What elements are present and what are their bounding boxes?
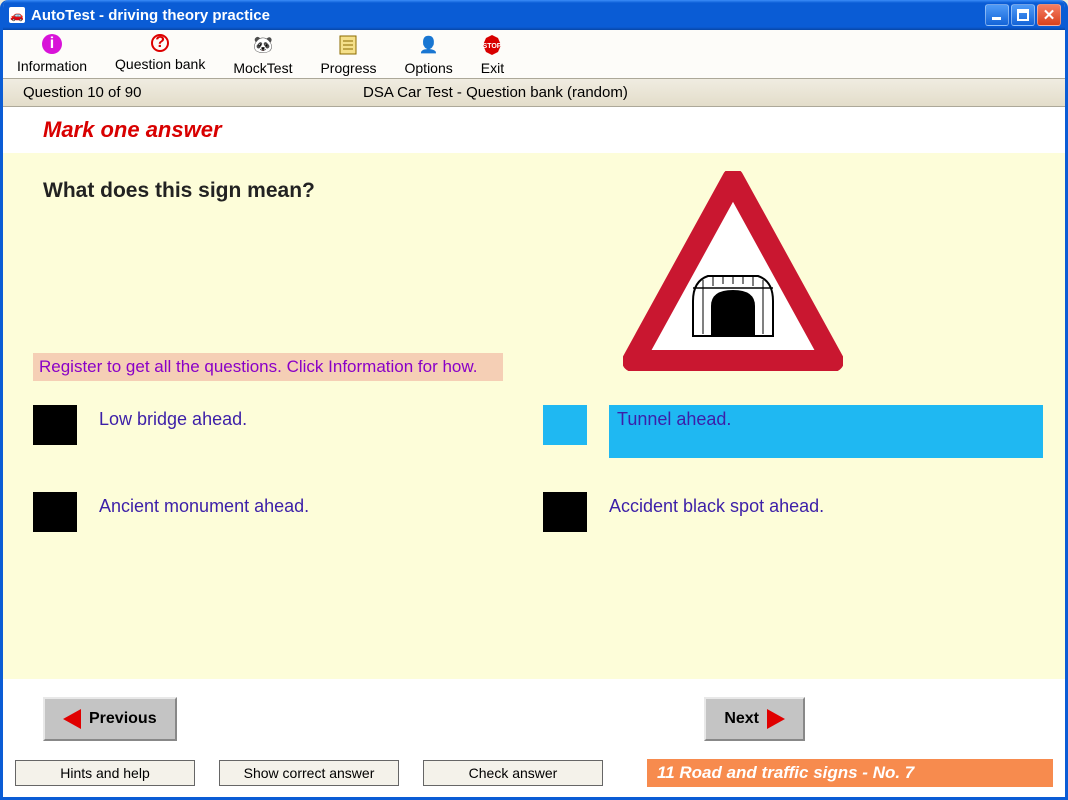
register-banner: Register to get all the questions. Click… <box>33 353 503 381</box>
answer-checkbox[interactable] <box>543 405 587 445</box>
category-label: 11 Road and traffic signs - No. 7 <box>647 759 1053 787</box>
options-icon: 👤 <box>418 34 440 56</box>
button-label: Next <box>724 710 759 728</box>
answer-option-c[interactable]: Ancient monument ahead. <box>33 492 533 532</box>
menu-label: Question bank <box>115 56 205 72</box>
status-bar: Question 10 of 90 DSA Car Test - Questio… <box>3 79 1065 107</box>
previous-button[interactable]: Previous <box>43 697 177 741</box>
answers-grid: Low bridge ahead. Tunnel ahead. Ancient … <box>33 405 1035 532</box>
answer-option-b[interactable]: Tunnel ahead. <box>543 405 1043 458</box>
progress-icon <box>337 34 359 56</box>
next-button[interactable]: Next <box>704 697 805 741</box>
answer-option-d[interactable]: Accident black spot ahead. <box>543 492 1043 532</box>
answer-text: Ancient monument ahead. <box>99 492 309 517</box>
menu-label: Exit <box>481 60 504 76</box>
window-controls: ✕ <box>985 4 1061 26</box>
menu-mock-test[interactable]: 🐼 MockTest <box>219 34 306 76</box>
information-icon: i <box>42 34 62 54</box>
answer-option-a[interactable]: Low bridge ahead. <box>33 405 533 458</box>
bank-label: DSA Car Test - Question bank (random) <box>363 84 628 101</box>
answer-text: Accident black spot ahead. <box>609 492 824 517</box>
hints-button[interactable]: Hints and help <box>15 760 195 786</box>
menu-information[interactable]: i Information <box>3 34 101 76</box>
app-window: 🚗 AutoTest - driving theory practice ✕ i… <box>0 0 1068 800</box>
answer-checkbox[interactable] <box>33 492 77 532</box>
question-text: What does this sign mean? <box>33 171 553 203</box>
maximize-icon <box>1017 9 1029 21</box>
show-correct-button[interactable]: Show correct answer <box>219 760 399 786</box>
arrow-left-icon <box>63 709 81 729</box>
question-area: What does this sign mean? Register to ge… <box>3 153 1065 679</box>
question-bank-icon: ? <box>151 34 169 52</box>
maximize-button[interactable] <box>1011 4 1035 26</box>
answer-checkbox[interactable] <box>33 405 77 445</box>
question-counter: Question 10 of 90 <box>23 84 363 101</box>
svg-text:STOP: STOP <box>483 43 502 50</box>
menu-label: Progress <box>320 60 376 76</box>
app-icon: 🚗 <box>9 7 25 23</box>
window-title: AutoTest - driving theory practice <box>31 7 985 24</box>
titlebar: 🚗 AutoTest - driving theory practice ✕ <box>3 0 1065 30</box>
button-label: Previous <box>89 710 157 728</box>
menubar: i Information ? Question bank 🐼 MockTest… <box>3 30 1065 79</box>
mock-test-icon: 🐼 <box>252 34 274 56</box>
menu-options[interactable]: 👤 Options <box>391 34 467 76</box>
menu-question-bank[interactable]: ? Question bank <box>101 34 219 76</box>
answer-checkbox[interactable] <box>543 492 587 532</box>
check-answer-button[interactable]: Check answer <box>423 760 603 786</box>
minimize-button[interactable] <box>985 4 1009 26</box>
answer-text: Tunnel ahead. <box>617 409 731 429</box>
menu-label: Information <box>17 58 87 74</box>
road-sign-image <box>623 171 843 371</box>
menu-label: Options <box>405 60 453 76</box>
content-area: Mark one answer What does this sign mean… <box>3 107 1065 797</box>
exit-icon: STOP <box>481 34 503 56</box>
minimize-icon <box>991 9 1003 21</box>
nav-row: Previous Next <box>3 679 1065 759</box>
instruction-text: Mark one answer <box>3 107 1065 153</box>
close-button[interactable]: ✕ <box>1037 4 1061 26</box>
arrow-right-icon <box>767 709 785 729</box>
menu-exit[interactable]: STOP Exit <box>467 34 518 76</box>
menu-label: MockTest <box>233 60 292 76</box>
bottom-row: Hints and help Show correct answer Check… <box>3 759 1065 797</box>
close-icon: ✕ <box>1043 6 1056 24</box>
menu-progress[interactable]: Progress <box>306 34 390 76</box>
answer-text: Low bridge ahead. <box>99 405 247 430</box>
